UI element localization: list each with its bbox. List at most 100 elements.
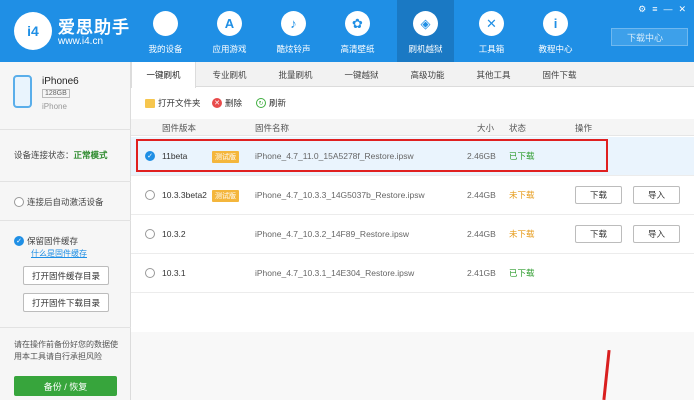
radio-icon[interactable]	[145, 190, 155, 200]
open-cache-dir-button[interactable]: 打开固件缓存目录	[23, 266, 109, 285]
firmware-name: iPhone_4.7_10.3.1_14E304_Restore.ipsw	[255, 268, 415, 278]
tab-batch-flash[interactable]: 批量刷机	[263, 62, 328, 87]
cache-help-link[interactable]: 什么是固件缓存	[31, 248, 87, 259]
iphone-icon	[13, 75, 32, 108]
close-icon[interactable]: ✕	[678, 4, 686, 15]
tab-one-click-jailbreak[interactable]: 一键越狱	[329, 62, 394, 87]
tab-pro-flash[interactable]: 专业刷机	[197, 62, 262, 87]
import-button[interactable]: 导入	[633, 225, 680, 243]
menu-icon[interactable]: ≡	[652, 4, 657, 15]
nav-label: 应用游戏	[212, 44, 247, 54]
table-row[interactable]: 10.3.3beta2 测试版 iPhone_4.7_10.3.3_14G503…	[131, 176, 694, 215]
settings-icon[interactable]: ⚙	[638, 4, 646, 15]
backup-restore-button[interactable]: 备份 / 恢复	[14, 376, 117, 396]
firmware-status: 未下载	[509, 229, 535, 239]
nav-label: 酷炫铃声	[276, 44, 311, 54]
nav-label: 我的设备	[148, 44, 183, 54]
tab-advanced[interactable]: 高级功能	[395, 62, 460, 87]
divider	[0, 327, 131, 328]
refresh-button[interactable]: ↻ 刷新	[256, 97, 286, 109]
keep-cache-label: 保留固件缓存	[27, 236, 79, 246]
app-header: i4 爱思助手 www.i4.cn 我的设备 A 应用游戏 ♪ 酷炫铃声 ✿ 高…	[0, 0, 694, 62]
dropbox-icon: ◈	[413, 11, 438, 36]
toolbar: 打开文件夹 ✕ 删除 ↻ 刷新	[131, 87, 694, 119]
firmware-version: 10.3.3beta2	[162, 190, 207, 200]
warning-text: 请在操作前备份好您的数据使用本工具请自行承担风险	[14, 340, 118, 361]
check-icon[interactable]: ✓	[14, 236, 24, 246]
nav-label: 刷机越狱	[408, 44, 443, 54]
sidebar: iPhone6 128GB iPhone 设备连接状态：正常模式 连接后自动激活…	[0, 62, 131, 400]
apple-icon	[153, 11, 178, 36]
beta-badge: 测试版	[212, 190, 239, 202]
firmware-status: 未下载	[509, 190, 535, 200]
refresh-label: 刷新	[269, 98, 287, 108]
empty-area	[131, 332, 694, 400]
radio-icon[interactable]	[14, 197, 24, 207]
nav-wallpapers[interactable]: ✿ 高清壁纸	[329, 0, 386, 62]
minimize-icon[interactable]: —	[663, 4, 672, 15]
folder-icon	[145, 98, 155, 108]
bell-icon: ♪	[281, 11, 306, 36]
firmware-version: 10.3.2	[162, 229, 186, 239]
col-size: 大小	[477, 123, 495, 133]
keep-cache-option[interactable]: ✓ 保留固件缓存	[14, 235, 78, 247]
delete-label: 删除	[225, 98, 243, 108]
flower-icon: ✿	[345, 11, 370, 36]
col-action: 操作	[575, 123, 593, 133]
conn-label: 设备连接状态：	[14, 150, 74, 160]
device-info: iPhone6 128GB iPhone	[0, 62, 131, 130]
table-row[interactable]: 10.3.2 iPhone_4.7_10.3.2_14F89_Restore.i…	[131, 215, 694, 254]
brand-url: www.i4.cn	[58, 36, 104, 47]
app-store-icon: A	[217, 11, 242, 36]
download-button[interactable]: 下载	[575, 225, 622, 243]
open-download-dir-button[interactable]: 打开固件下载目录	[23, 293, 109, 312]
firmware-size: 2.44GB	[467, 229, 496, 239]
radio-icon[interactable]	[145, 268, 155, 278]
tools-icon: ✕	[479, 11, 504, 36]
info-icon: i	[543, 11, 568, 36]
col-version: 固件版本	[162, 123, 197, 133]
nav-label: 工具箱	[478, 44, 505, 54]
device-type: iPhone	[42, 102, 67, 111]
delete-button[interactable]: ✕ 删除	[212, 97, 242, 109]
nav-flash-jailbreak[interactable]: ◈ 刷机越狱	[397, 0, 454, 62]
auto-activate-option[interactable]: 连接后自动激活设备	[14, 196, 104, 208]
firmware-size: 2.41GB	[467, 268, 496, 278]
col-status: 状态	[509, 123, 527, 133]
highlight-annotation	[136, 139, 608, 172]
radio-icon[interactable]	[145, 229, 155, 239]
firmware-version: 10.3.1	[162, 268, 186, 278]
storage-badge: 128GB	[42, 89, 70, 98]
auto-activate-label: 连接后自动激活设备	[27, 197, 104, 207]
download-button[interactable]: 下载	[575, 186, 622, 204]
delete-icon: ✕	[212, 98, 222, 108]
tab-one-click-flash[interactable]: 一键刷机	[131, 62, 196, 88]
firmware-name: iPhone_4.7_10.3.2_14F89_Restore.ipsw	[255, 229, 410, 239]
connection-status: 设备连接状态：正常模式	[0, 130, 131, 182]
col-name: 固件名称	[255, 123, 290, 133]
download-center-button[interactable]: 下载中心	[611, 28, 688, 46]
nav-ringtones[interactable]: ♪ 酷炫铃声	[265, 0, 322, 62]
open-folder-button[interactable]: 打开文件夹	[145, 97, 201, 109]
nav-tutorials[interactable]: i 教程中心	[527, 0, 584, 62]
import-button[interactable]: 导入	[633, 186, 680, 204]
conn-status: 正常模式	[73, 150, 108, 160]
nav-label: 教程中心	[538, 44, 573, 54]
tab-bar: 一键刷机 专业刷机 批量刷机 一键越狱 高级功能 其他工具 固件下载	[131, 62, 694, 88]
window-controls: ⚙ ≡ — ✕	[638, 4, 686, 15]
table-row[interactable]: 10.3.1 iPhone_4.7_10.3.1_14E304_Restore.…	[131, 254, 694, 293]
nav-apps-games[interactable]: A 应用游戏	[201, 0, 258, 62]
nav-my-device[interactable]: 我的设备	[137, 0, 194, 62]
tab-firmware-download[interactable]: 固件下载	[527, 62, 592, 87]
firmware-name: iPhone_4.7_10.3.3_14G5037b_Restore.ipsw	[255, 190, 425, 200]
brand-name: 爱思助手	[58, 18, 130, 37]
table-header: 固件版本 固件名称 大小 状态 操作	[131, 119, 694, 136]
firmware-size: 2.44GB	[467, 190, 496, 200]
open-folder-label: 打开文件夹	[158, 98, 201, 108]
divider	[0, 220, 131, 221]
refresh-icon: ↻	[256, 98, 266, 108]
firmware-status: 已下载	[509, 268, 535, 278]
nav-toolbox[interactable]: ✕ 工具箱	[463, 0, 520, 62]
tab-other-tools[interactable]: 其他工具	[461, 62, 526, 87]
nav-label: 高清壁纸	[340, 44, 375, 54]
